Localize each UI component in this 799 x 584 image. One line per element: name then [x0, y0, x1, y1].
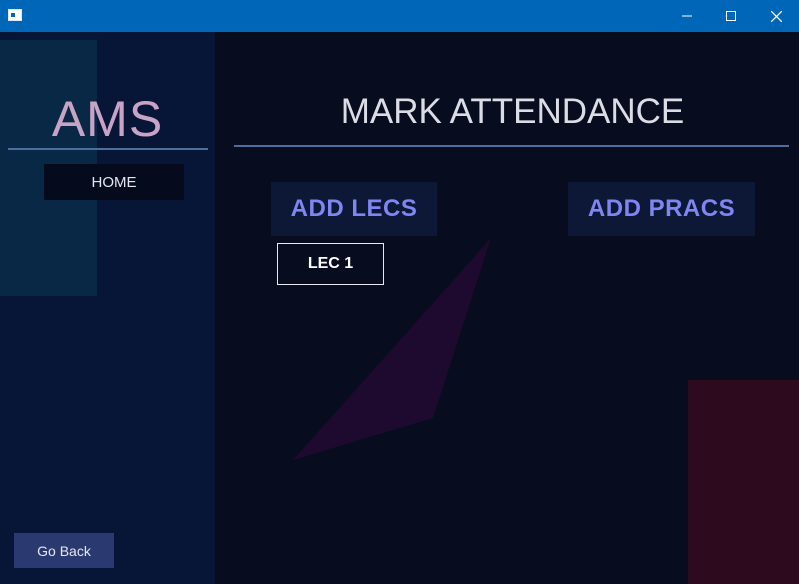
minimize-icon — [682, 15, 692, 17]
close-button[interactable] — [753, 0, 799, 32]
close-icon — [770, 10, 782, 22]
go-back-button[interactable]: Go Back — [14, 533, 114, 568]
sidebar: AMS HOME Go Back — [0, 32, 215, 584]
sidebar-divider — [8, 148, 208, 150]
add-pracs-button[interactable]: ADD PRACS — [568, 182, 755, 236]
main-panel: MARK ATTENDANCE ADD LECS ADD PRACS LEC 1 — [215, 32, 799, 584]
page-title: MARK ATTENDANCE — [340, 92, 685, 131]
minimize-button[interactable] — [664, 0, 710, 32]
app-window-icon — [8, 9, 22, 21]
home-button[interactable]: HOME — [44, 164, 184, 200]
app-logo: AMS — [51, 91, 164, 147]
maximize-button[interactable] — [708, 0, 754, 32]
title-bar[interactable] — [0, 0, 799, 32]
maximize-icon — [726, 11, 736, 21]
background-block — [688, 380, 799, 584]
add-lecs-button[interactable]: ADD LECS — [271, 182, 437, 236]
title-divider — [234, 145, 789, 147]
lecture-button[interactable]: LEC 1 — [277, 243, 384, 285]
app-window: AMS HOME Go Back MARK ATTENDANCE ADD LEC… — [0, 0, 799, 584]
